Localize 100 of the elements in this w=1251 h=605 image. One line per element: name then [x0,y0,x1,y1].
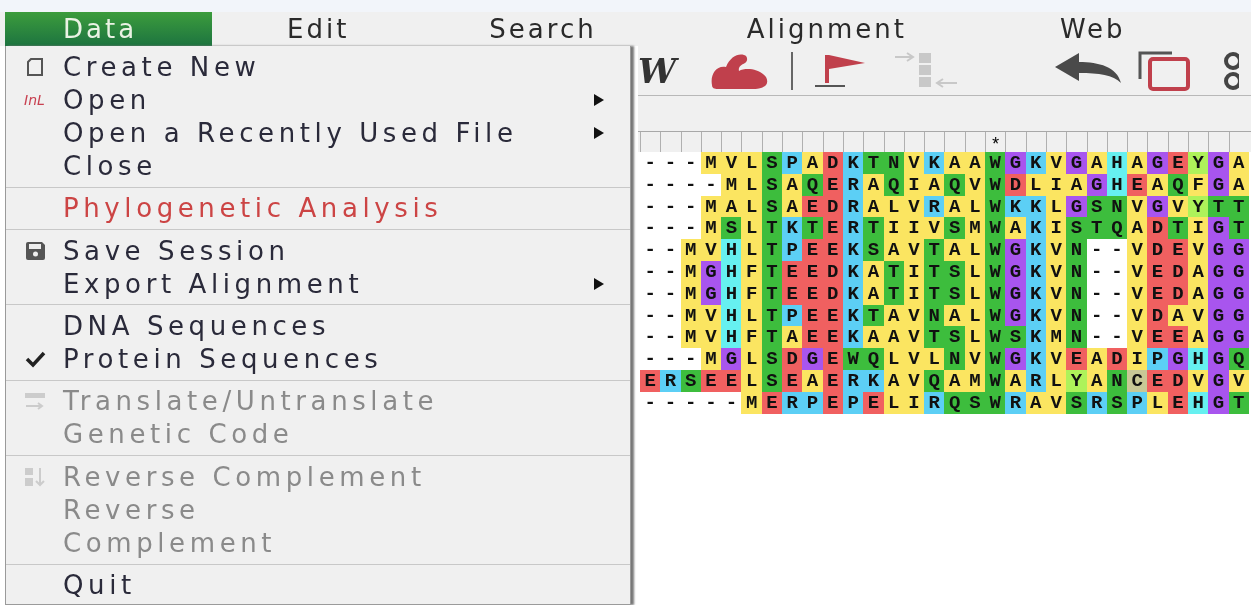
residue-cell: L [883,348,904,370]
menu-item[interactable]: Open a Recently Used File [6,116,630,150]
residue-cell: V [903,348,925,370]
residue-cell: G [1208,239,1229,261]
residue-cell: M [680,261,701,283]
menu-item[interactable]: Quit [6,568,630,602]
residue-cell: V [1127,261,1148,283]
residue-cell: L [741,195,762,218]
residue-cell: G [1208,348,1229,370]
residue-cell: D [1147,304,1168,327]
residue-cell: N [944,348,965,370]
conservation-mark: * [990,138,1002,152]
residue-cell: A [1188,261,1209,283]
residue-cell: A [944,304,965,327]
residue-cell: V [1045,152,1067,174]
residue-cell: V [903,239,925,261]
residue-cell: A [1005,217,1026,240]
residue-cell: W [985,304,1006,327]
residue-cell: E [863,391,884,414]
menu-item[interactable]: Phylogenetic Analysis [6,191,630,225]
residue-cell: G [1005,348,1026,370]
residue-cell: N [1066,304,1087,327]
residue-cell: N [1066,282,1087,305]
gap-mark: - [643,195,657,218]
residue-cell: S [1005,326,1026,349]
residue-cell: P [1147,348,1168,370]
residue-cell: W [985,282,1006,305]
residue-cell: T [863,304,884,327]
residue-cell: V [903,152,925,174]
residue-cell: L [964,239,986,261]
residue-cell: G [1147,195,1168,218]
residue-cell: E [802,304,823,327]
residue-cell: P [802,391,823,414]
menu-tab[interactable]: Alignment [696,12,1002,46]
residue-cell: A [883,239,904,261]
menu-tab[interactable]: Search [429,12,697,46]
residue-cell: M [1045,326,1067,349]
gap-mark: - [643,173,657,196]
residue-cell: E [1127,173,1148,196]
residue-cell: R [1005,391,1026,414]
residue-cell: E [721,369,742,392]
residue-cell: I [1127,348,1148,370]
residue-cell: E [1066,348,1087,370]
menu-tab[interactable]: Web [1001,12,1184,46]
menu-item[interactable]: DNA Sequences [6,309,630,343]
residue-cell: E [822,348,843,370]
residue-cell: G [1066,152,1087,174]
gap-mark: - [704,173,718,196]
reverse-icon [22,465,47,488]
gap-mark: - [643,326,657,349]
residue-cell: N [1066,261,1087,283]
residue-cell: A [802,152,823,174]
menu-item[interactable]: Protein Sequences [6,342,630,376]
gap-mark: - [663,282,678,305]
residue-cell: Y [1188,152,1209,174]
gap-mark: - [643,304,657,327]
residue-cell: M [700,152,722,174]
gap-mark: - [684,217,698,240]
menu-item[interactable]: InL Open [6,83,630,117]
residue-cell: D [782,348,803,370]
menu-item[interactable]: Save Session [6,233,630,268]
residue-cell: V [700,326,722,349]
copy-icon[interactable] [1136,50,1193,91]
residue-cell: V [700,239,722,261]
residue-cell: K [1025,326,1046,349]
gap-mark: - [663,195,678,218]
residue-cell: E [1147,282,1168,305]
menu-tab[interactable]: Data [5,12,212,46]
residue-cell: E [802,239,823,261]
menu-item[interactable]: Export Alignment [6,267,630,301]
residue-cell: G [1228,239,1249,261]
menu-item[interactable]: Create New [6,50,630,84]
residue-cell: G [1228,326,1249,349]
residue-cell: A [944,152,965,174]
residue-cell: D [1106,348,1128,370]
residue-cell: K [1025,152,1046,174]
translate-icon [22,390,47,413]
gap-mark: - [1110,304,1124,327]
gap-mark: - [1110,261,1124,283]
residue-cell: Q [802,173,823,196]
residue-cell: G [1208,173,1229,196]
residue-cell: L [741,173,762,196]
w-logo-icon[interactable]: W [638,50,677,91]
residue-cell: P [782,304,803,327]
menu-tab[interactable]: Edit [212,12,430,46]
residue-cell: G [1005,282,1026,305]
residue-cell: W [985,173,1006,196]
residue-cell: K [1025,348,1046,370]
residue-cell: R [924,195,945,218]
residue-cell: K [863,369,884,392]
residue-cell: N [924,304,945,327]
residue-cell: T [1167,217,1188,240]
gap-mark: - [724,391,739,414]
residue-cell: A [863,173,884,196]
residue-cell: H [721,282,742,305]
residue-cell: Y [1188,195,1209,218]
residue-cell: Q [924,369,945,392]
residue-cell: T [761,217,783,240]
residue-cell: M [700,195,722,218]
menu-item[interactable]: Close [6,149,630,183]
